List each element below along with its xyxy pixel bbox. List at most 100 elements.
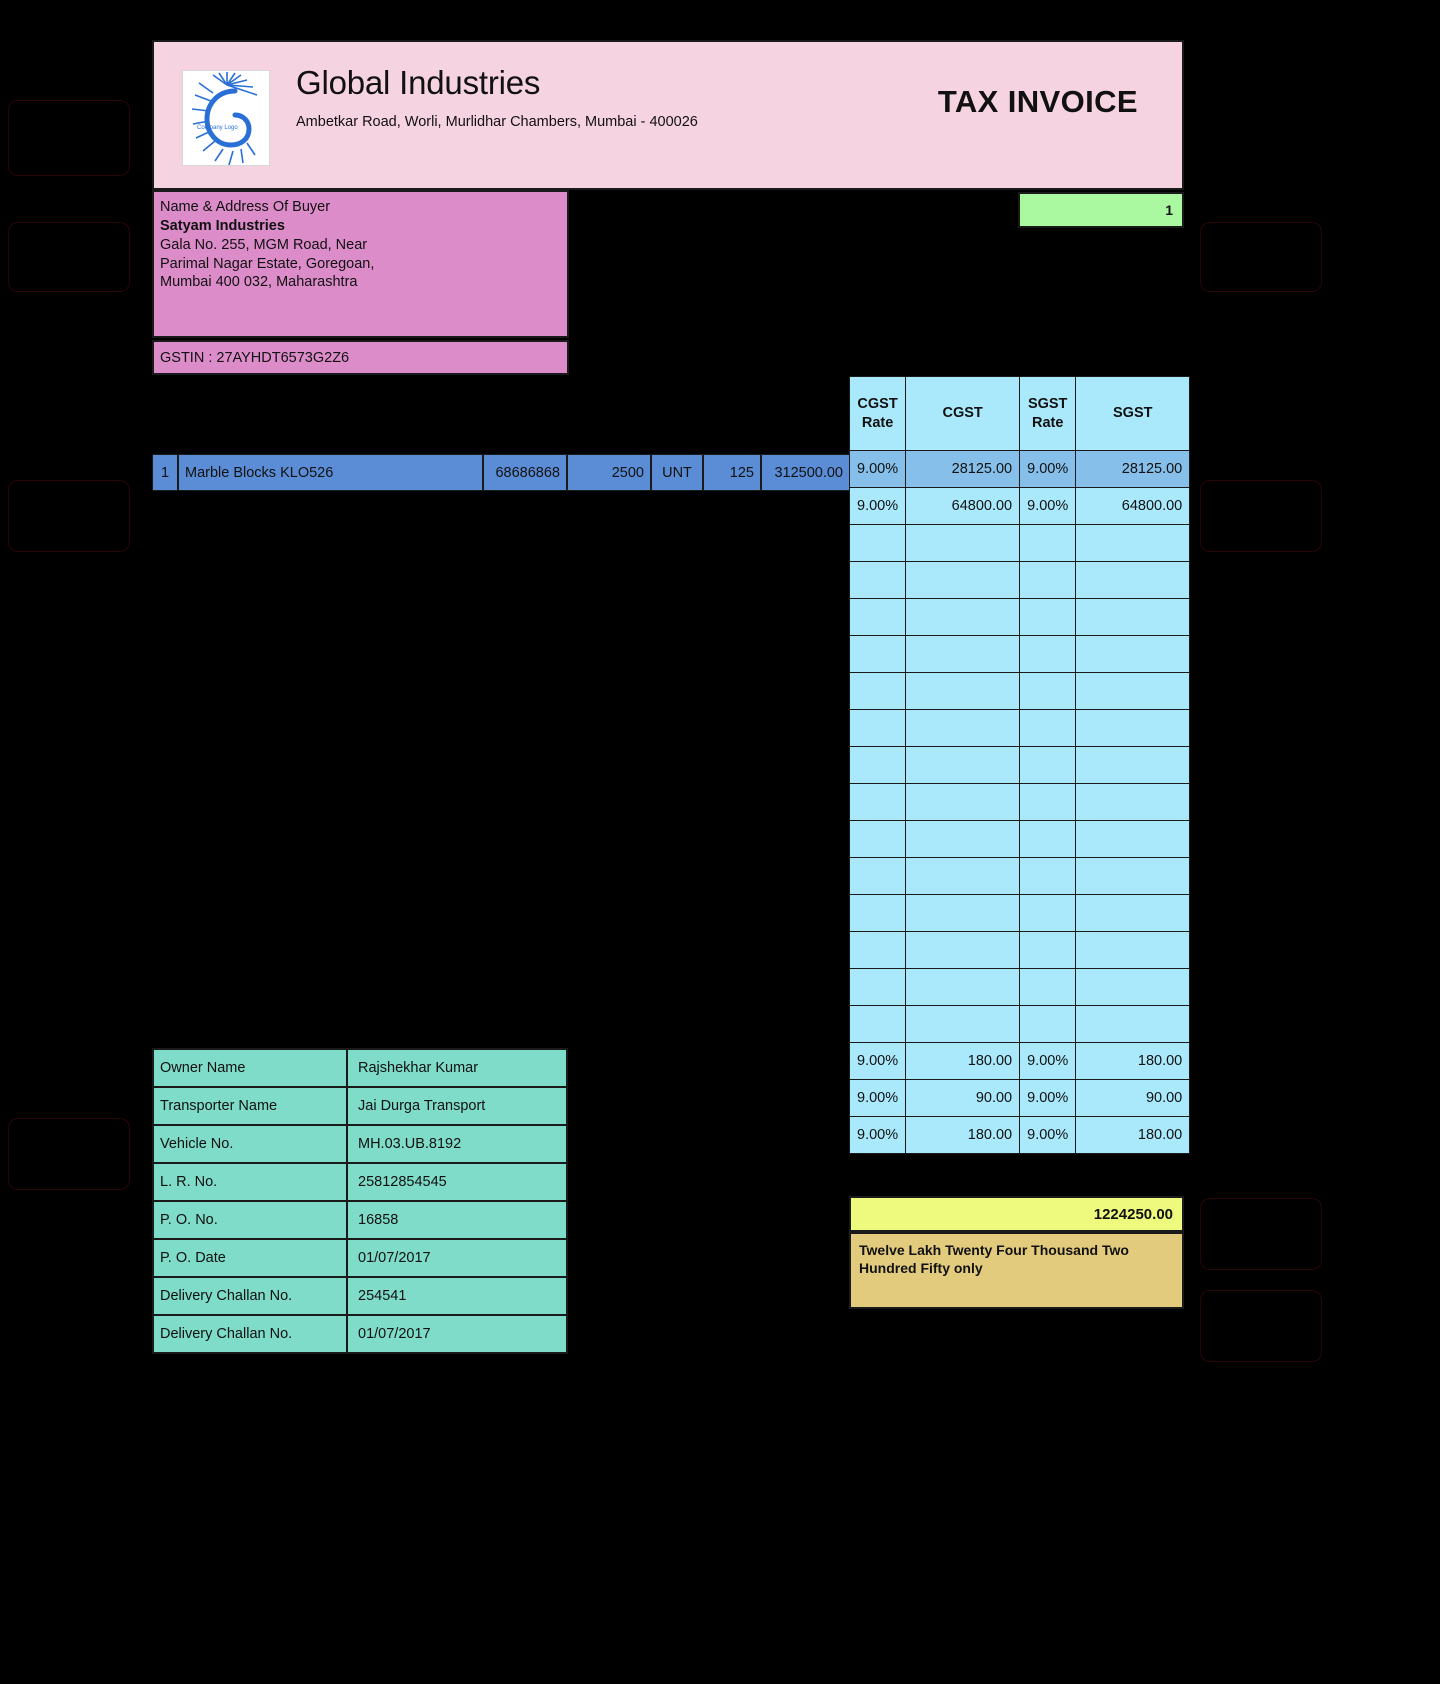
tax-table-row[interactable] — [848, 783, 1191, 821]
tax-cell-cgst — [905, 1005, 1021, 1043]
tax-cell-sgst — [1075, 672, 1191, 710]
tax-table-row[interactable] — [848, 820, 1191, 858]
invoice-page: Company Logo Global Industries Ambetkar … — [0, 0, 1440, 1684]
tax-table-row[interactable] — [848, 561, 1191, 599]
tax-cell-cgst-rate — [848, 635, 907, 673]
transport-info-row[interactable]: P. O. Date 01/07/2017 — [152, 1238, 568, 1278]
tax-table-row[interactable]: 9.00% 180.00 9.00% 180.00 — [848, 1116, 1191, 1154]
tax-table-row[interactable] — [848, 524, 1191, 562]
tax-cell-cgst — [905, 820, 1021, 858]
transport-info-key: Delivery Challan No. — [152, 1276, 348, 1316]
line-item-sr-no: 1 — [152, 454, 178, 491]
tax-cell-sgst — [1075, 635, 1191, 673]
transport-info-key: P. O. Date — [152, 1238, 348, 1278]
background-artifact — [8, 222, 130, 292]
tax-table-body: 9.00% 28125.00 9.00% 28125.00 9.00% 64800.00 9… — [848, 450, 1191, 1154]
tax-col-header-cgst-rate: CGST Rate — [848, 376, 907, 451]
tax-table-row[interactable]: 9.00% 90.00 9.00% 90.00 — [848, 1079, 1191, 1117]
transport-info-row[interactable]: Owner Name Rajshekhar Kumar — [152, 1048, 568, 1088]
tax-cell-sgst-rate — [1019, 968, 1077, 1006]
tax-cell-sgst — [1075, 746, 1191, 784]
tax-table-row[interactable] — [848, 598, 1191, 636]
tax-table-row[interactable] — [848, 746, 1191, 784]
tax-cell-cgst-rate — [848, 598, 907, 636]
tax-cell-sgst — [1075, 857, 1191, 895]
buyer-address-line-2: Parimal Nagar Estate, Goregoan, — [160, 255, 375, 272]
transport-info-table: Owner Name Rajshekhar Kumar Transporter Na… — [152, 1048, 568, 1354]
tax-table-row[interactable] — [848, 1005, 1191, 1043]
tax-cell-cgst — [905, 524, 1021, 562]
tax-table-row[interactable]: 9.00% 180.00 9.00% 180.00 — [848, 1042, 1191, 1080]
tax-cell-sgst — [1075, 561, 1191, 599]
cgst-rate-header-line1: CGST — [857, 395, 898, 412]
transport-info-key: P. O. No. — [152, 1200, 348, 1240]
buyer-address-line-1: Gala No. 255, MGM Road, Near — [160, 237, 368, 253]
tax-cell-cgst-rate — [848, 672, 907, 710]
transport-info-key: Owner Name — [152, 1048, 348, 1088]
tax-cell-cgst — [905, 783, 1021, 821]
transport-info-value: 01/07/2017 — [346, 1314, 568, 1354]
buyer-name: Satyam Industries — [160, 218, 285, 234]
tax-cell-sgst — [1075, 894, 1191, 932]
tax-cell-sgst-rate — [1019, 931, 1077, 969]
transport-info-value: Jai Durga Transport — [346, 1086, 568, 1126]
tax-cell-cgst — [905, 635, 1021, 673]
tax-cell-sgst-rate — [1019, 746, 1077, 784]
tax-cell-cgst-rate — [848, 783, 907, 821]
background-artifact — [1200, 480, 1322, 552]
transport-info-row[interactable]: P. O. No. 16858 — [152, 1200, 568, 1240]
tax-table-row[interactable] — [848, 894, 1191, 932]
background-artifact — [8, 1118, 130, 1190]
transport-info-row[interactable]: Delivery Challan No. 01/07/2017 — [152, 1314, 568, 1354]
tax-cell-cgst-rate — [848, 968, 907, 1006]
transport-info-row[interactable]: L. R. No. 25812854545 — [152, 1162, 568, 1202]
tax-table-row[interactable] — [848, 968, 1191, 1006]
tax-cell-sgst — [1075, 820, 1191, 858]
tax-cell-cgst — [905, 894, 1021, 932]
tax-cell-sgst — [1075, 783, 1191, 821]
tax-table-header-row: CGST Rate CGST SGST Rate SGST — [848, 376, 1191, 451]
tax-cell-sgst-rate: 9.00% — [1019, 1042, 1077, 1080]
tax-cell-cgst-rate: 9.00% — [848, 487, 907, 525]
tax-col-header-cgst: CGST — [905, 376, 1021, 451]
tax-cell-sgst-rate — [1019, 598, 1077, 636]
tax-cell-cgst-rate — [848, 931, 907, 969]
transport-info-body: Owner Name Rajshekhar Kumar Transporter Na… — [152, 1048, 568, 1354]
tax-table-row[interactable] — [848, 931, 1191, 969]
transport-info-key: Delivery Challan No. — [152, 1314, 348, 1354]
tax-table-row[interactable] — [848, 857, 1191, 895]
tax-table-row[interactable] — [848, 635, 1191, 673]
tax-cell-sgst-rate — [1019, 783, 1077, 821]
tax-table-row[interactable]: 9.00% 28125.00 9.00% 28125.00 — [848, 450, 1191, 488]
tax-cell-sgst-rate — [1019, 635, 1077, 673]
tax-cell-cgst-rate — [848, 1005, 907, 1043]
tax-cell-sgst — [1075, 1005, 1191, 1043]
buyer-label: Name & Address Of Buyer — [160, 199, 331, 215]
tax-cell-cgst — [905, 746, 1021, 784]
background-artifact — [1200, 1198, 1322, 1270]
transport-info-row[interactable]: Transporter Name Jai Durga Transport — [152, 1086, 568, 1126]
tax-table: CGST Rate CGST SGST Rate SGST 9.00% 28125… — [848, 376, 1191, 1154]
company-logo: Company Logo — [182, 70, 270, 166]
tax-cell-sgst-rate: 9.00% — [1019, 1079, 1077, 1117]
tax-table-row[interactable] — [848, 672, 1191, 710]
transport-info-row[interactable]: Vehicle No. MH.03.UB.8192 — [152, 1124, 568, 1164]
tax-cell-cgst — [905, 598, 1021, 636]
tax-cell-cgst — [905, 709, 1021, 747]
tax-cell-sgst-rate: 9.00% — [1019, 487, 1077, 525]
background-artifact — [1200, 1290, 1322, 1362]
tax-cell-sgst-rate — [1019, 820, 1077, 858]
invoice-header: Company Logo Global Industries Ambetkar … — [152, 40, 1184, 190]
tax-table-row[interactable] — [848, 709, 1191, 747]
page-title: TAX INVOICE — [937, 84, 1138, 119]
line-item-quantity: 125 — [703, 454, 761, 491]
amount-in-words: Twelve Lakh Twenty Four Thousand Two Hun… — [849, 1232, 1184, 1309]
tax-cell-sgst-rate — [1019, 1005, 1077, 1043]
background-artifact — [8, 100, 130, 176]
table-row[interactable]: 1 Marble Blocks KLO526 68686868 2500 UNT… — [152, 454, 850, 491]
tax-table-row[interactable]: 9.00% 64800.00 9.00% 64800.00 — [848, 487, 1191, 525]
tax-cell-cgst-rate — [848, 894, 907, 932]
transport-info-row[interactable]: Delivery Challan No. 254541 — [152, 1276, 568, 1316]
transport-info-value: 01/07/2017 — [346, 1238, 568, 1278]
invoice-number[interactable]: 1 — [1018, 192, 1184, 228]
